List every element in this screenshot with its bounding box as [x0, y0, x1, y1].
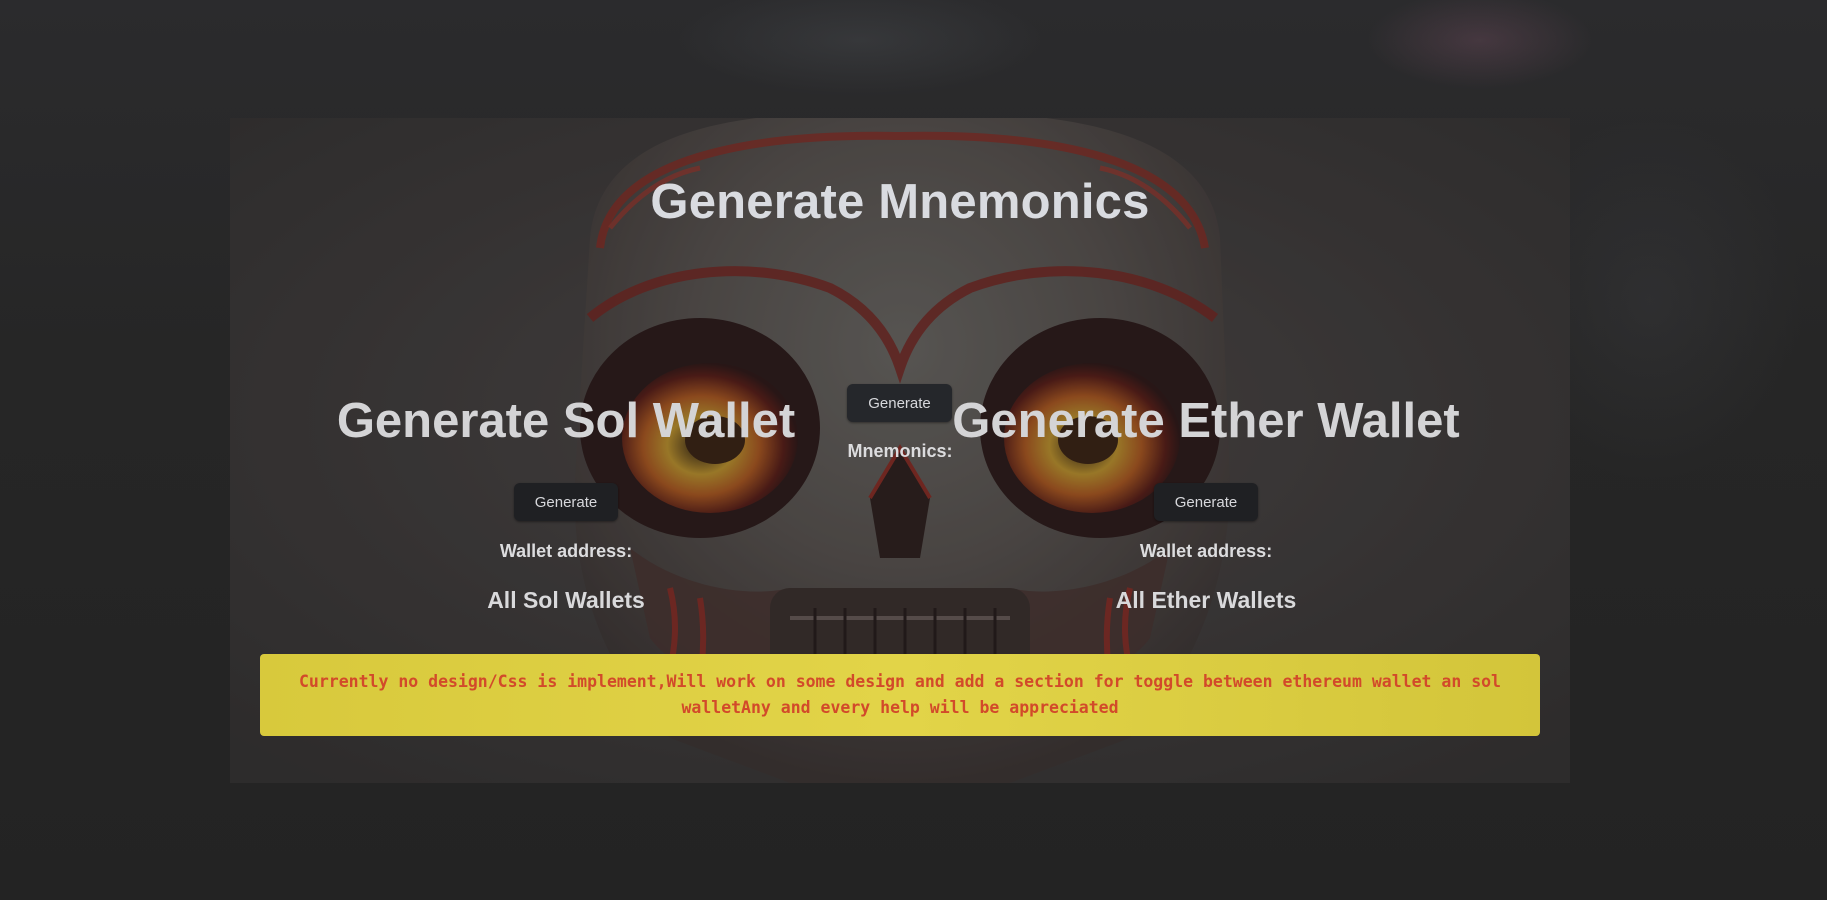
generate-ether-wallet-button[interactable]: Generate	[1154, 483, 1258, 521]
sol-wallet-title: Generate Sol Wallet	[336, 394, 796, 448]
ether-wallet-title: Generate Ether Wallet	[952, 394, 1460, 448]
all-sol-wallets-heading: All Sol Wallets	[487, 587, 645, 613]
content-area: Generate Mnemonics Generate Mnemonics: G…	[230, 118, 1570, 783]
notice-banner: Currently no design/Css is implement,Wil…	[260, 654, 1540, 736]
notice-text: Currently no design/Css is implement,Wil…	[299, 672, 1501, 717]
generate-sol-wallet-button[interactable]: Generate	[514, 483, 618, 521]
all-ether-wallets-heading: All Ether Wallets	[1115, 587, 1297, 613]
sol-wallet-address-label: Wallet address:	[499, 541, 633, 561]
main-panel: Generate Mnemonics Generate Mnemonics: G…	[230, 118, 1570, 783]
ether-wallet-address-label: Wallet address:	[1139, 541, 1273, 561]
